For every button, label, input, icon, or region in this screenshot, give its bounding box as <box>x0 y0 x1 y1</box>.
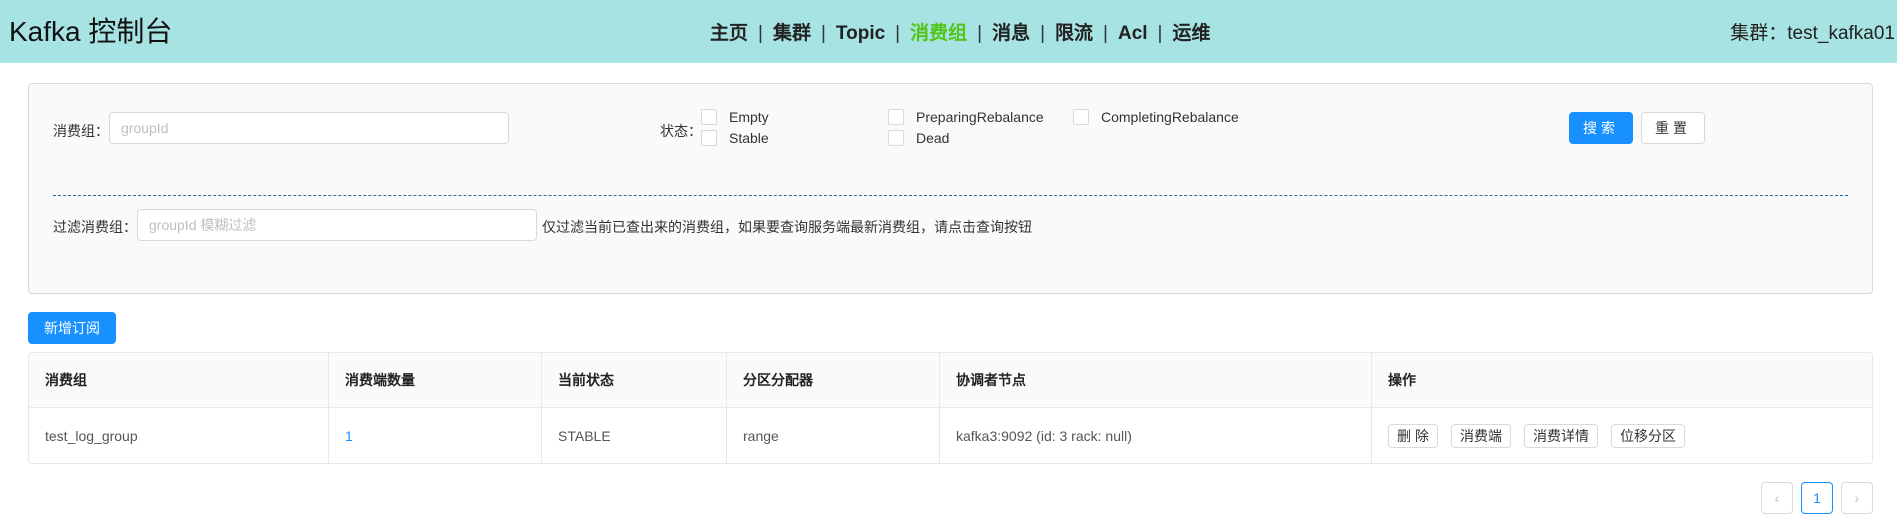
prev-page-button[interactable]: ‹ <box>1761 482 1793 514</box>
chevron-right-icon: › <box>1854 490 1860 506</box>
nav-item-throttle[interactable]: 限流 <box>1055 23 1093 44</box>
nav-item-cluster[interactable]: 集群 <box>773 23 811 44</box>
main-nav: 主页 | 集群 | Topic | 消费组 | 消息 | 限流 | Acl | 运维 <box>710 18 1211 45</box>
cluster-indicator: 集群：test_kafka01 <box>1730 23 1895 44</box>
group-filter-input[interactable] <box>137 209 537 241</box>
nav-separator: | <box>1103 23 1108 44</box>
checkbox-box[interactable] <box>701 109 717 125</box>
page-1-button[interactable]: 1 <box>1801 482 1833 514</box>
nav-item-consumer-group[interactable]: 消费组 <box>910 23 967 44</box>
add-subscription-button[interactable]: 新增订阅 <box>28 312 116 344</box>
nav-separator: | <box>1157 23 1163 44</box>
nav-separator: | <box>895 23 901 44</box>
cell-operations: 删除 消费端 消费详情 位移分区 <box>1372 408 1872 463</box>
column-header-group: 消费组 <box>29 353 329 407</box>
search-button[interactable]: 搜索 <box>1569 112 1633 144</box>
table-header: 消费组 消费端数量 当前状态 分区分配器 协调者节点 操作 <box>29 353 1872 408</box>
nav-separator: | <box>820 23 826 44</box>
cell-assignor: range <box>727 408 940 463</box>
app-title: Kafka 控制台 <box>9 16 173 47</box>
filter-hint: 仅过滤当前已查出来的消费组，如果要查询服务端最新消费组，请点击查询按钮 <box>542 219 1032 235</box>
column-header-coordinator: 协调者节点 <box>940 353 1372 407</box>
checkbox-label: Dead <box>916 130 950 146</box>
checkbox-label: Stable <box>729 130 769 146</box>
top-header: Kafka 控制台 主页 | 集群 | Topic | 消费组 | 消息 | 限流 | Acl | 运维 集… <box>0 0 1897 63</box>
cell-group: test_log_group <box>29 408 329 463</box>
filter-label: 过滤消费组： <box>53 219 137 235</box>
next-page-button[interactable]: › <box>1841 482 1873 514</box>
checkbox-label: Empty <box>729 109 769 125</box>
status-checkbox-preparing-rebalance[interactable]: PreparingRebalance <box>888 109 1044 125</box>
consumption-details-button[interactable]: 消费详情 <box>1524 423 1598 448</box>
checkbox-box[interactable] <box>1073 109 1089 125</box>
cell-consumers: 1 <box>329 408 542 463</box>
cell-state: STABLE <box>542 408 727 463</box>
nav-separator: | <box>977 23 983 44</box>
reset-button[interactable]: 重置 <box>1641 112 1705 144</box>
section-divider <box>53 195 1848 196</box>
nav-item-ops[interactable]: 运维 <box>1172 23 1210 44</box>
cell-coordinator: kafka3:9092 (id: 3 rack: null) <box>940 408 1372 463</box>
nav-item-home[interactable]: 主页 <box>710 23 748 44</box>
nav-item-topic[interactable]: Topic <box>836 23 885 44</box>
consumers-count-link[interactable]: 1 <box>345 428 353 444</box>
consumers-button[interactable]: 消费端 <box>1451 423 1511 448</box>
status-checkbox-stable[interactable]: Stable <box>701 130 769 146</box>
checkbox-label: PreparingRebalance <box>916 109 1044 125</box>
nav-item-message[interactable]: 消息 <box>992 23 1030 44</box>
column-header-state: 当前状态 <box>542 353 727 407</box>
checkbox-box[interactable] <box>888 130 904 146</box>
group-id-input[interactable] <box>109 112 509 144</box>
table-row: test_log_group 1 STABLE range kafka3:909… <box>29 408 1872 463</box>
nav-item-acl[interactable]: Acl <box>1118 23 1148 44</box>
chevron-left-icon: ‹ <box>1774 490 1780 506</box>
status-checkbox-dead[interactable]: Dead <box>888 130 949 146</box>
column-header-assignor: 分区分配器 <box>727 353 940 407</box>
nav-separator: | <box>1040 23 1046 44</box>
consumer-group-table: 消费组 消费端数量 当前状态 分区分配器 协调者节点 操作 test_log_g… <box>28 352 1873 464</box>
status-checkbox-completing-rebalance[interactable]: CompletingRebalance <box>1073 109 1239 125</box>
search-panel: 消费组： 状态： Empty Stable PreparingRebalance… <box>28 83 1873 294</box>
group-label: 消费组： <box>53 123 109 139</box>
status-checkbox-empty[interactable]: Empty <box>701 109 769 125</box>
status-label: 状态： <box>660 123 702 139</box>
column-header-consumers: 消费端数量 <box>329 353 542 407</box>
checkbox-box[interactable] <box>888 109 904 125</box>
delete-button[interactable]: 删除 <box>1388 423 1438 448</box>
checkbox-box[interactable] <box>701 130 717 146</box>
checkbox-label: CompletingRebalance <box>1101 109 1239 125</box>
column-header-operations: 操作 <box>1388 372 1416 388</box>
offset-partition-button[interactable]: 位移分区 <box>1611 423 1685 448</box>
nav-separator: | <box>758 23 763 44</box>
